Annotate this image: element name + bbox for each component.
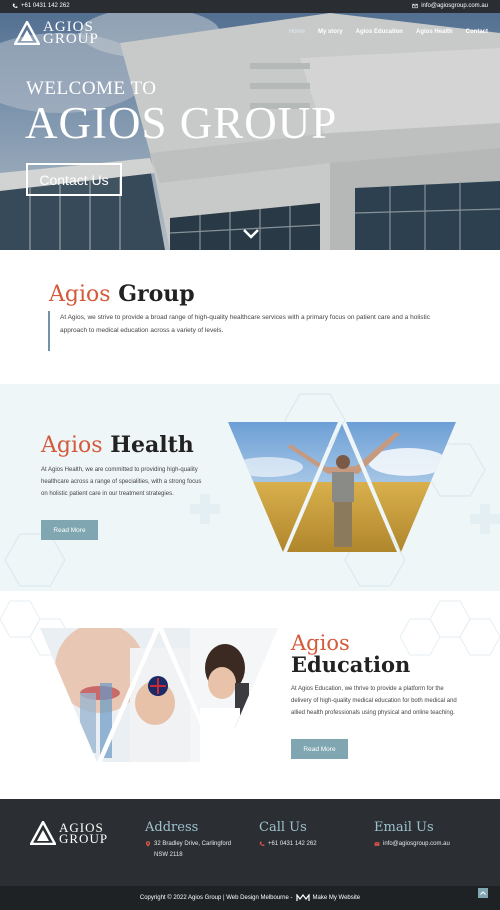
education-text: At Agios Education, we thrive to provide… bbox=[291, 686, 457, 716]
footer-logo[interactable]: AGIOS GROUP bbox=[30, 821, 108, 845]
location-pin-icon bbox=[145, 841, 151, 847]
phone-icon bbox=[259, 841, 265, 846]
hero-contact-button[interactable]: Contact Us bbox=[26, 163, 122, 196]
education-read-more-button[interactable]: Read More bbox=[291, 739, 348, 759]
health-read-more-button[interactable]: Read More bbox=[41, 520, 98, 540]
hero-banner: AGIOS GROUP Home My story Agios Educatio… bbox=[0, 13, 500, 250]
health-title-rest: Health bbox=[110, 432, 194, 458]
phone-icon bbox=[12, 3, 18, 8]
main-nav: Home My story Agios Education Agios Heal… bbox=[289, 29, 488, 35]
nav-item-agios-health[interactable]: Agios Health bbox=[416, 29, 453, 35]
footer-email-heading: Email Us bbox=[374, 820, 434, 835]
agios-logo-icon bbox=[14, 21, 40, 45]
brand-name-line2: GROUP bbox=[43, 31, 99, 47]
make-my-website-logo-icon bbox=[295, 894, 310, 901]
scroll-to-top-button[interactable] bbox=[478, 888, 488, 898]
topbar-phone-text: +61 0431 142 262 bbox=[21, 3, 70, 9]
footer-address-line2: NSW 2118 bbox=[154, 852, 183, 858]
intro-title-rest: Group bbox=[118, 281, 195, 307]
chevron-up-icon bbox=[480, 891, 486, 895]
intro-title: Agios Group bbox=[49, 281, 195, 307]
education-title-rest: Education bbox=[291, 652, 411, 677]
health-title-accent: Agios bbox=[41, 433, 103, 458]
credit-link[interactable]: Make My Website bbox=[313, 895, 361, 901]
footer-address-line1: 32 Bradley Drive, Carlingford bbox=[154, 841, 232, 847]
nav-item-contact[interactable]: Contact bbox=[466, 29, 488, 35]
mail-icon bbox=[412, 3, 418, 9]
mail-icon bbox=[374, 842, 380, 846]
footer-brand-line2: GROUP bbox=[59, 831, 109, 846]
health-section: Agios Health At Agios Health, we are com… bbox=[0, 384, 500, 591]
footer: AGIOS GROUP Address 32 Bradley Drive, Ca… bbox=[0, 799, 500, 886]
brand-logo[interactable]: AGIOS GROUP bbox=[14, 20, 99, 47]
footer-address-text: 32 Bradley Drive, Carlingford NSW 2118 bbox=[154, 841, 231, 858]
footer-address: 32 Bradley Drive, Carlingford NSW 2118 bbox=[145, 841, 231, 858]
health-triangle-image bbox=[228, 422, 456, 552]
topbar-email-text: info@agiosgroup.com.au bbox=[421, 3, 488, 9]
brand-wordmark: AGIOS GROUP bbox=[43, 20, 99, 47]
health-text: At Agios Health, we are committed to pro… bbox=[41, 467, 202, 497]
education-triangle-image bbox=[40, 628, 278, 762]
education-section: Agios Education At Agios Education, we t… bbox=[0, 591, 500, 799]
footer-wordmark: AGIOS GROUP bbox=[59, 821, 109, 846]
topbar-phone-link[interactable]: +61 0431 142 262 bbox=[12, 3, 70, 9]
hero-title: AGIOS GROUP bbox=[25, 98, 338, 148]
nav-item-my-story[interactable]: My story bbox=[318, 29, 343, 35]
footer-address-heading: Address bbox=[145, 820, 199, 835]
copyright-bar: Copyright © 2022 Agios Group | Web Desig… bbox=[0, 886, 500, 910]
footer-email-link[interactable]: info@agiosgroup.com.au bbox=[374, 841, 450, 847]
footer-call-heading: Call Us bbox=[259, 820, 307, 835]
health-title: Agios Health bbox=[41, 432, 194, 458]
agios-logo-icon bbox=[30, 821, 56, 845]
chevron-down-icon[interactable] bbox=[242, 228, 260, 240]
footer-phone-link[interactable]: +61 0431 142 262 bbox=[259, 841, 317, 847]
intro-text: At Agios, we strive to provide a broad r… bbox=[48, 311, 448, 351]
nav-item-agios-education[interactable]: Agios Education bbox=[356, 29, 403, 35]
topbar-email-link[interactable]: info@agiosgroup.com.au bbox=[412, 3, 488, 9]
copyright-text: Copyright © 2022 Agios Group | Web Desig… bbox=[139, 895, 293, 901]
intro-title-accent: Agios bbox=[49, 282, 111, 307]
nav-item-home[interactable]: Home bbox=[289, 29, 305, 35]
footer-phone-text: +61 0431 142 262 bbox=[268, 841, 317, 847]
top-bar: +61 0431 142 262 info@agiosgroup.com.au bbox=[0, 0, 500, 13]
footer-email-text: info@agiosgroup.com.au bbox=[383, 841, 450, 847]
